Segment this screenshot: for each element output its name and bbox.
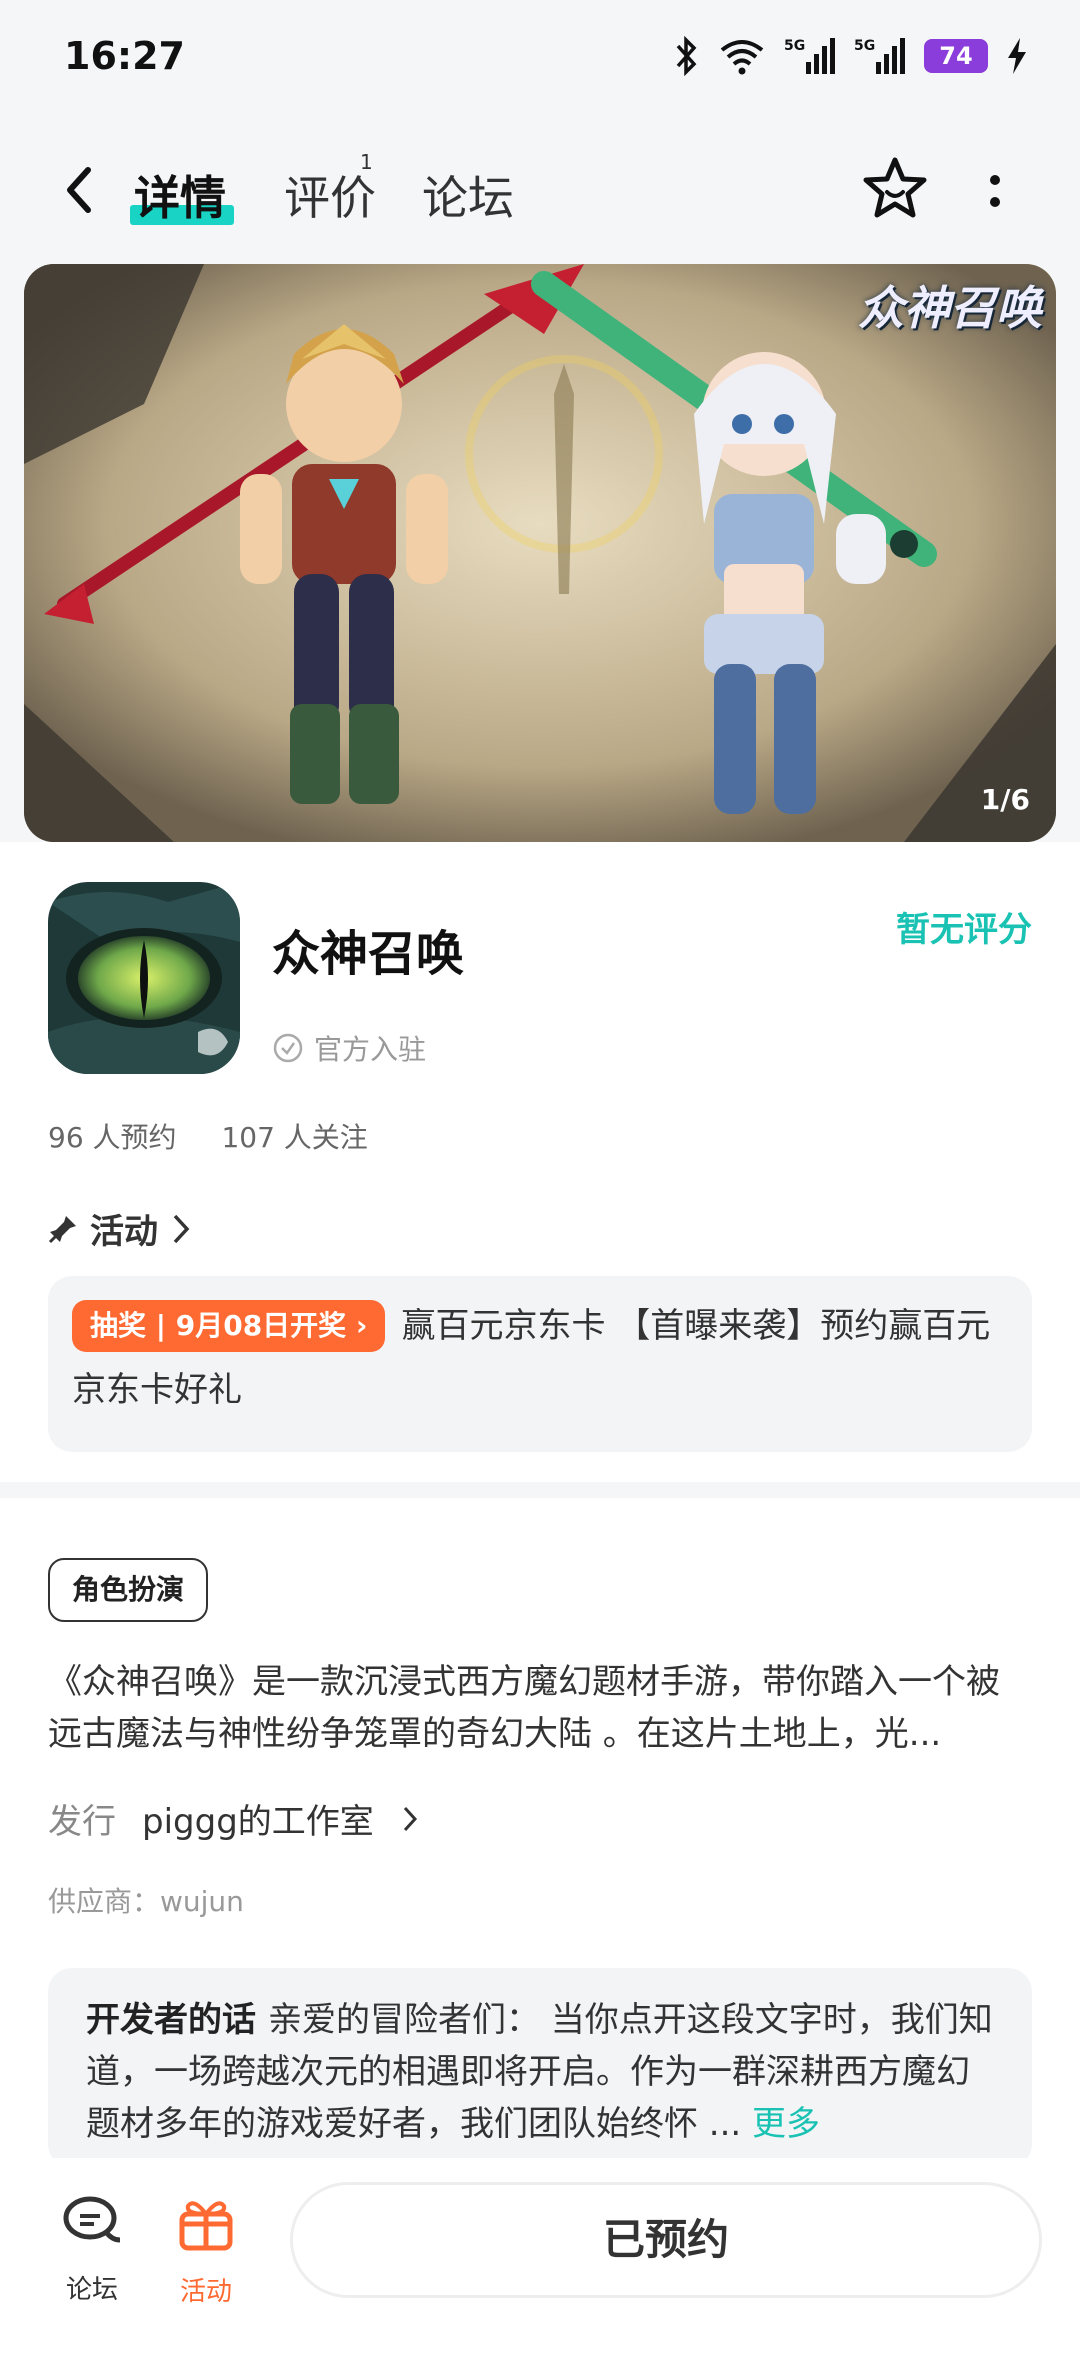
activity-title: 活动 [90, 1212, 158, 1252]
lottery-tag[interactable]: 抽奖 | 9月08日开奖 › [72, 1300, 386, 1352]
app-icon [48, 882, 240, 1074]
bottom-forum-button[interactable]: 论坛 [42, 2194, 142, 2306]
bluetooth-icon [676, 36, 697, 76]
app-stats: 96 人预约 107 人关注 [48, 1116, 404, 1156]
tab-forum[interactable]: 论坛 [422, 162, 514, 228]
game-logo: 众神召唤 [858, 281, 1042, 335]
official-label: 官方入驻 [314, 1033, 427, 1066]
dragon-eye-icon [48, 882, 240, 1074]
bottom-action-bar: 论坛 活动 已预约 [0, 2158, 1080, 2376]
game-description[interactable]: 《众神召唤》是一款沉浸式西方魔幻题材手游，带你踏入一个被远古魔法与神性纷争笼罩的… [48, 1656, 1032, 1760]
chevron-right-icon [173, 1214, 190, 1243]
game-details-section: 角色扮演 《众神召唤》是一款沉浸式西方魔幻题材手游，带你踏入一个被远古魔法与神性… [0, 1498, 1080, 2168]
official-badge: 官方入驻 [272, 1028, 426, 1068]
game-artwork [24, 264, 1056, 842]
gift-icon [179, 2201, 233, 2251]
activity-header[interactable]: 活动 [48, 1204, 192, 1253]
app-name: 众神召唤 [272, 926, 465, 982]
activity-card[interactable]: 抽奖 | 9月08日开奖 › 赢百元京东卡 【首曝来袭】预约赢百元京东卡好礼 [48, 1276, 1032, 1452]
wifi-icon [720, 40, 764, 75]
lottery-tag-label: 抽奖 | 9月08日开奖 [90, 1309, 347, 1342]
status-bar: 16:27 5G 5G 74 [0, 0, 1080, 120]
svg-text:5G: 5G [854, 38, 875, 54]
forum-chat-icon [63, 2196, 121, 2243]
genre-tag[interactable]: 角色扮演 [48, 1558, 209, 1622]
supplier-info: 供应商：wujun [48, 1885, 244, 1918]
signal-icon-2: 5G [854, 38, 905, 74]
svg-text:5G: 5G [784, 38, 805, 54]
status-icons: 5G 5G 74 [674, 36, 1028, 76]
top-nav: 详情 评价 1 论坛 [0, 140, 1080, 240]
more-options-icon[interactable] [980, 168, 1010, 218]
signal-icon-1: 5G [784, 38, 835, 74]
publisher-name: piggg的工作室 [142, 1802, 374, 1842]
back-icon[interactable] [56, 160, 104, 220]
bottom-activity-button[interactable]: 活动 [156, 2194, 256, 2308]
battery-indicator: 74 [924, 39, 988, 73]
pin-icon [48, 1215, 76, 1243]
forum-label: 论坛 [65, 2275, 118, 2305]
charging-icon [1008, 38, 1026, 74]
activity-label: 活动 [179, 2277, 232, 2307]
favorite-star-icon[interactable] [860, 154, 930, 224]
reservation-count: 96 人预约 [48, 1121, 177, 1154]
check-circle-icon [273, 1033, 303, 1063]
developer-note-card[interactable]: 开发者的话 亲爱的冒险者们： 当你点开这段文字时，我们知道，一场跨越次元的相遇即将… [48, 1968, 1032, 2168]
tab-details[interactable]: 详情 [134, 162, 226, 228]
screenshot-carousel[interactable]: 众神召唤 1/6 [24, 264, 1056, 842]
developer-note-title: 开发者的话 [86, 2000, 256, 2040]
carousel-counter: 1/6 [980, 783, 1030, 816]
status-time: 16:27 [64, 34, 185, 78]
app-info-section: 众神召唤 暂无评分 官方入驻 96 人预约 107 人关注 活动 抽奖 | 9月… [0, 842, 1080, 1482]
publisher-row[interactable]: 发行 piggg的工作室 [48, 1794, 420, 1843]
app-rating: 暂无评分 [896, 910, 1032, 950]
reviews-count-badge: 1 [360, 150, 373, 174]
more-link[interactable]: 更多 [752, 2104, 820, 2144]
reserved-button[interactable]: 已预约 [290, 2182, 1042, 2298]
follower-count: 107 人关注 [221, 1121, 368, 1154]
publisher-label: 发行 [48, 1802, 116, 1842]
section-divider [0, 1482, 1080, 1498]
chevron-right-icon [403, 1806, 417, 1831]
